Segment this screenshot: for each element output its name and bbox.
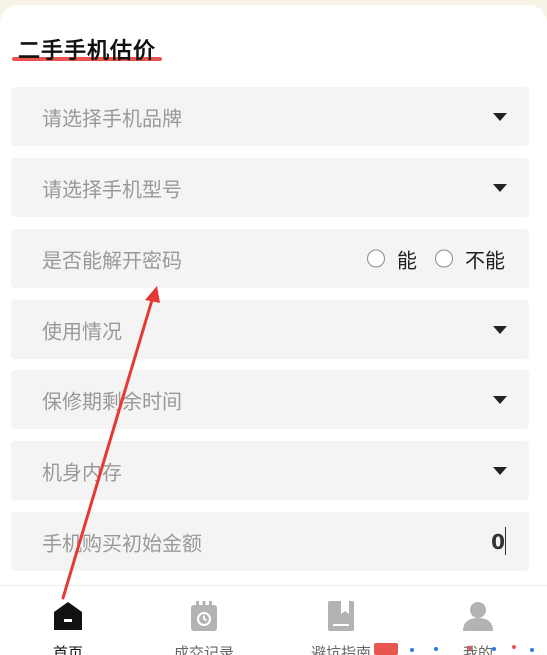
tab-home[interactable]: 首页 — [0, 586, 136, 655]
dropdown-caret-icon — [493, 325, 507, 334]
tab-guide-label: 避坑指南 — [310, 644, 371, 655]
storage-select-placeholder: 机身内存 — [42, 460, 122, 484]
page: 二手手机估价 请选择手机品牌 请选择手机型号 是否能解开密码 能 不能 使用情况 — [0, 0, 547, 655]
warranty-select-placeholder: 保修期剩余时间 — [42, 389, 182, 413]
user-icon — [462, 600, 494, 636]
password-unlock-field: 是否能解开密码 能 不能 — [11, 229, 529, 288]
tab-me[interactable]: 我的 — [410, 586, 546, 655]
page-title-wrap: 二手手机估价 — [12, 33, 162, 65]
brand-select[interactable]: 请选择手机品牌 — [11, 87, 529, 146]
calendar-icon — [189, 600, 219, 636]
model-select[interactable]: 请选择手机型号 — [11, 158, 529, 217]
warranty-select[interactable]: 保修期剩余时间 — [11, 370, 529, 429]
home-icon — [52, 600, 84, 634]
password-radio-group: 能 不能 — [349, 244, 505, 273]
dropdown-caret-icon — [493, 466, 507, 475]
dropdown-caret-icon — [493, 183, 507, 192]
radio-circle-icon[interactable] — [435, 249, 453, 268]
model-select-placeholder: 请选择手机型号 — [42, 177, 182, 201]
radio-circle-icon[interactable] — [367, 249, 385, 268]
price-input[interactable]: 手机购买初始金额 0 — [11, 512, 529, 571]
usage-select-placeholder: 使用情况 — [42, 319, 122, 343]
radio-label-no: 不能 — [465, 248, 505, 272]
price-input-value[interactable]: 0 — [491, 530, 505, 554]
text-cursor — [505, 527, 506, 555]
tab-home-label: 首页 — [52, 644, 83, 655]
tab-records-label: 成交记录 — [173, 644, 234, 655]
tab-me-label: 我的 — [462, 644, 493, 655]
radio-option-yes[interactable]: 能 — [367, 244, 417, 273]
dropdown-caret-icon — [493, 395, 507, 404]
brand-select-placeholder: 请选择手机品牌 — [42, 106, 182, 130]
book-icon — [327, 600, 355, 636]
page-title: 二手手机估价 — [18, 39, 157, 64]
dropdown-caret-icon — [493, 112, 507, 121]
password-unlock-label: 是否能解开密码 — [42, 248, 182, 272]
radio-option-no[interactable]: 不能 — [435, 244, 505, 273]
storage-select[interactable]: 机身内存 — [11, 441, 529, 500]
usage-select[interactable]: 使用情况 — [11, 300, 529, 359]
radio-label-yes: 能 — [397, 248, 417, 272]
price-input-label: 手机购买初始金额 — [42, 531, 202, 555]
tab-guide[interactable]: 避坑指南 — [273, 586, 409, 655]
tab-records[interactable]: 成交记录 — [136, 586, 272, 655]
bottom-tab-bar: 首页 成交记录 避坑指南 我的 — [0, 585, 547, 655]
